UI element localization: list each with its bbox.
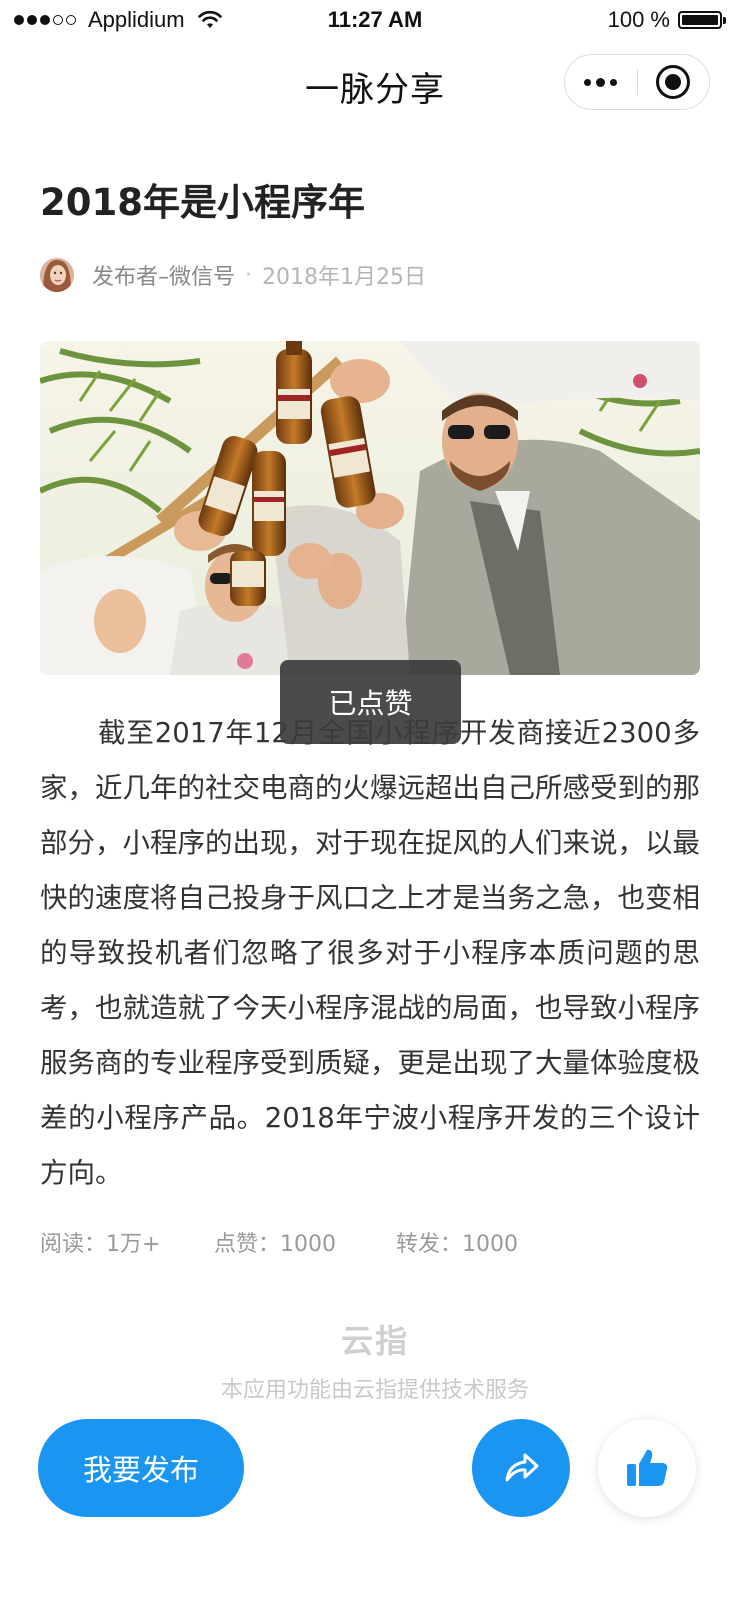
record-circle-icon[interactable] xyxy=(638,55,710,109)
status-bar: Applidium 11:27 AM 100 % xyxy=(0,0,750,40)
avatar[interactable] xyxy=(40,258,74,292)
mini-program-capsule xyxy=(564,54,710,110)
like-count: 点赞：1000 xyxy=(214,1232,336,1257)
liked-toast: 已点赞 xyxy=(280,660,461,744)
article-meta: 发布者–微信号 · 2018年1月25日 xyxy=(40,258,426,292)
share-count: 转发：1000 xyxy=(396,1232,518,1257)
article-stats: 阅读：1万+ 点赞：1000 转发：1000 xyxy=(40,1226,518,1258)
status-right: 100 % xyxy=(607,7,726,33)
article-hero-image xyxy=(40,341,700,675)
powered-by-text: 本应用功能由云指提供技术服务 xyxy=(220,1378,529,1403)
share-arrow-icon xyxy=(505,1453,539,1482)
share-button[interactable] xyxy=(472,1419,570,1517)
battery-icon xyxy=(678,11,726,29)
read-count: 阅读：1万+ xyxy=(40,1232,161,1257)
article-title: 2018年是小程序年 xyxy=(40,181,365,224)
publish-button[interactable]: 我要发布 xyxy=(38,1419,244,1517)
thumbs-up-icon xyxy=(627,1449,668,1486)
author-name: 发布者–微信号 xyxy=(92,265,236,290)
battery-percent: 100 % xyxy=(607,7,670,32)
like-button[interactable] xyxy=(598,1419,696,1517)
brand-logo: 云指 xyxy=(340,1322,409,1360)
article-body: 截至2017年12月全国小程序开发商接近2300多家，近几年的社交电商的火爆远超… xyxy=(40,717,700,1189)
meta-separator: · xyxy=(245,262,253,288)
more-dots-icon[interactable] xyxy=(565,55,637,109)
publish-date: 2018年1月25日 xyxy=(262,265,426,290)
